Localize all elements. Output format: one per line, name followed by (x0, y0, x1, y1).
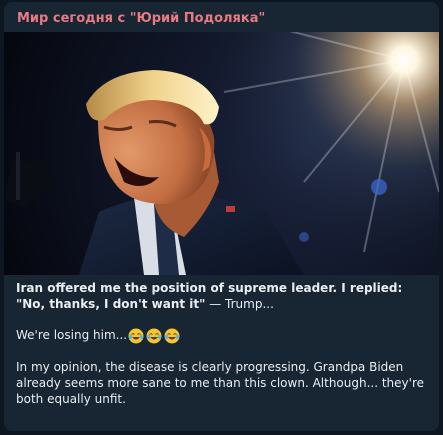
tears-of-joy-icon (146, 328, 162, 343)
emoji-row (128, 328, 180, 344)
post-headline: Iran offered me the position of supreme … (16, 280, 428, 312)
post-text: Iran offered me the position of supreme … (16, 280, 428, 422)
post-line-3: In my opinion, the disease is clearly pr… (16, 359, 424, 406)
tears-of-joy-icon (164, 328, 180, 343)
tears-of-joy-icon (128, 328, 144, 343)
post-line-2-text: We're losing him... (16, 328, 128, 342)
channel-name[interactable]: Мир сегодня с "Юрий Подоляка" (17, 11, 265, 26)
post-line-2: We're losing him... (16, 327, 428, 344)
post-headline-rest: — Trump... (205, 297, 274, 311)
message-bubble[interactable]: Мир сегодня с "Юрий Подоляка" Iran offer… (4, 2, 439, 431)
post-photo[interactable] (4, 32, 439, 275)
